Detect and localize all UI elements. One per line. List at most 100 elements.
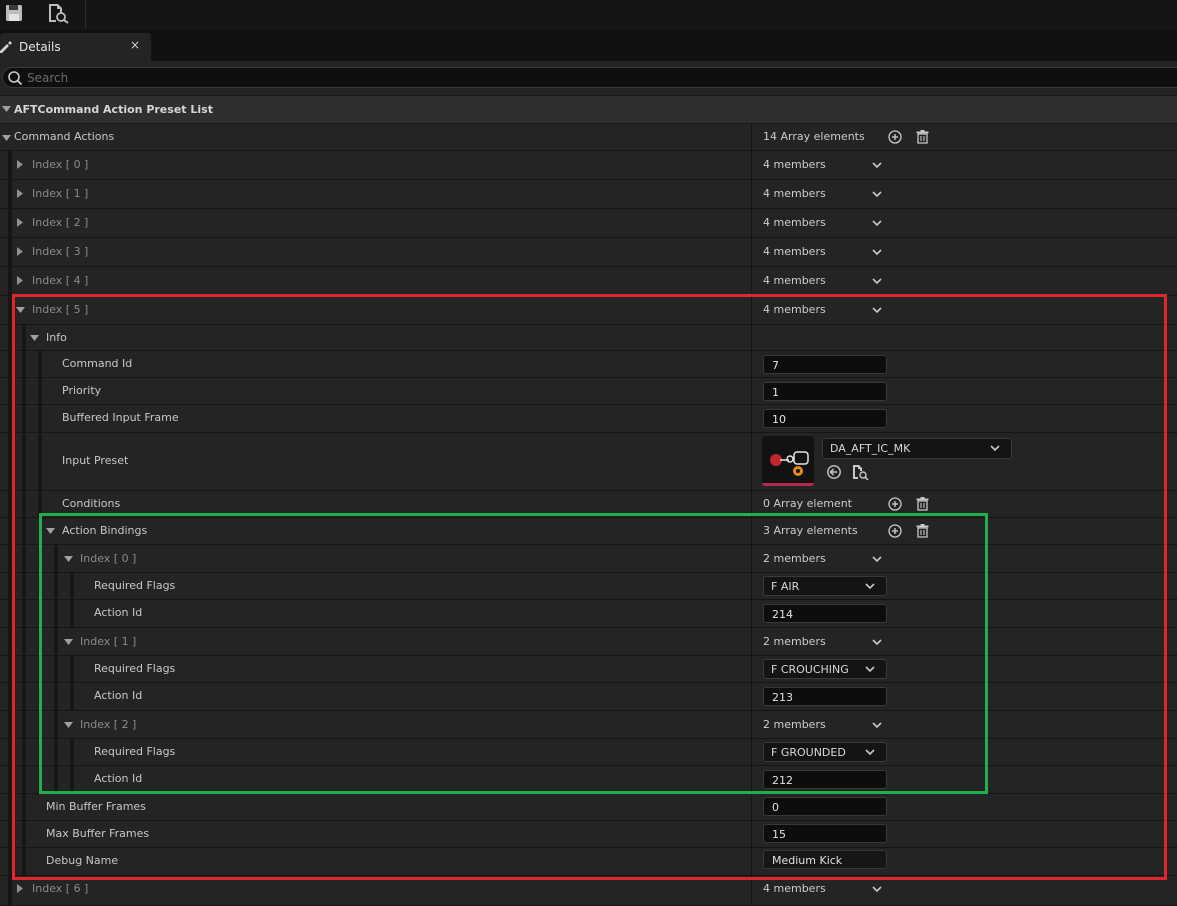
delete-icon bbox=[916, 497, 928, 511]
conditions-label: Conditions bbox=[62, 497, 121, 510]
asset-thumbnail[interactable] bbox=[762, 436, 814, 486]
add-element-button[interactable] bbox=[888, 497, 902, 511]
required-flags-label: Required Flags bbox=[94, 579, 176, 592]
array-element-row[interactable]: Index [ 2 ] 4 members bbox=[0, 209, 1177, 238]
array-element-row-expanded[interactable]: Index [ 5 ] 4 members bbox=[0, 296, 1177, 325]
caret-right-icon bbox=[17, 189, 23, 198]
input-preset-label: Input Preset bbox=[62, 454, 129, 467]
close-tab-button[interactable]: × bbox=[128, 38, 142, 54]
action-id-value: 212 bbox=[772, 774, 793, 787]
members-count: 4 members bbox=[763, 274, 826, 287]
index-label: Index [ 1 ] bbox=[32, 187, 89, 200]
index-label: Index [ 0 ] bbox=[80, 552, 137, 565]
command-actions-count: 14 Array elements bbox=[763, 130, 865, 143]
array-element-row[interactable]: Index [ 3 ] 4 members bbox=[0, 238, 1177, 267]
command-actions-row[interactable]: Command Actions 14 Array elements bbox=[0, 124, 1177, 151]
members-count: 4 members bbox=[763, 216, 826, 229]
action-id-label: Action Id bbox=[94, 689, 143, 702]
clear-array-button[interactable] bbox=[915, 130, 929, 144]
clear-array-button[interactable] bbox=[915, 524, 929, 538]
conditions-count: 0 Array element bbox=[763, 497, 852, 510]
binding-element-row[interactable]: Index [ 0 ] 2 members bbox=[0, 545, 1177, 573]
chevron-down-icon[interactable] bbox=[871, 190, 883, 200]
required-flags-value: F AIR bbox=[771, 580, 800, 593]
required-flags-row: Required Flags F AIR bbox=[0, 573, 1177, 600]
tab-details-label: Details bbox=[19, 40, 61, 54]
browse-asset-button[interactable] bbox=[851, 464, 869, 481]
add-element-icon bbox=[888, 130, 902, 144]
clear-array-button[interactable] bbox=[915, 497, 929, 511]
priority-input[interactable]: 1 bbox=[763, 382, 887, 401]
action-bindings-row[interactable]: Action Bindings 3 Array elements bbox=[0, 518, 1177, 545]
index-label: Index [ 0 ] bbox=[32, 158, 89, 171]
chevron-down-icon[interactable] bbox=[871, 721, 883, 731]
action-id-input[interactable]: 213 bbox=[763, 687, 887, 706]
max-buffer-frames-input[interactable]: 15 bbox=[763, 824, 887, 843]
required-flags-dropdown[interactable]: F GROUNDED bbox=[763, 742, 887, 762]
search-icon bbox=[8, 71, 23, 86]
members-count: 4 members bbox=[763, 187, 826, 200]
command-id-input[interactable]: 7 bbox=[763, 355, 887, 374]
required-flags-dropdown[interactable]: F CROUCHING bbox=[763, 659, 887, 679]
data-asset-icon bbox=[770, 451, 809, 476]
required-flags-row: Required Flags F GROUNDED bbox=[0, 739, 1177, 766]
action-id-value: 214 bbox=[772, 608, 793, 621]
buffered-input-frame-input[interactable]: 10 bbox=[763, 409, 887, 428]
action-id-input[interactable]: 214 bbox=[763, 604, 887, 623]
chevron-down-icon[interactable] bbox=[871, 277, 883, 287]
save-icon bbox=[6, 5, 22, 21]
chevron-down-icon bbox=[865, 583, 875, 590]
save-button[interactable] bbox=[0, 0, 28, 26]
caret-right-icon bbox=[17, 218, 23, 227]
caret-down-icon bbox=[64, 556, 73, 562]
add-element-button[interactable] bbox=[888, 130, 902, 144]
toolbar-separator bbox=[85, 0, 86, 28]
index-label: Index [ 1 ] bbox=[80, 635, 137, 648]
search-input[interactable] bbox=[27, 69, 1127, 86]
required-flags-dropdown[interactable]: F AIR bbox=[763, 576, 887, 596]
debug-name-input[interactable]: Medium Kick bbox=[763, 850, 887, 869]
tab-bar: Details × bbox=[0, 30, 1177, 61]
binding-element-row[interactable]: Index [ 1 ] 2 members bbox=[0, 628, 1177, 656]
array-element-row[interactable]: Index [ 1 ] 4 members bbox=[0, 180, 1177, 209]
binding-element-row[interactable]: Index [ 2 ] 2 members bbox=[0, 711, 1177, 739]
use-selected-asset-icon bbox=[827, 465, 841, 479]
index-label: Index [ 6 ] bbox=[32, 882, 89, 895]
chevron-down-icon[interactable] bbox=[871, 248, 883, 258]
min-buffer-frames-input[interactable]: 0 bbox=[763, 797, 887, 816]
debug-name-value: Medium Kick bbox=[772, 854, 843, 867]
category-header[interactable]: AFTCommand Action Preset List bbox=[0, 96, 1177, 124]
caret-right-icon bbox=[17, 276, 23, 285]
chevron-down-icon[interactable] bbox=[871, 555, 883, 565]
chevron-down-icon[interactable] bbox=[871, 885, 883, 895]
caret-right-icon bbox=[17, 247, 23, 256]
action-id-label: Action Id bbox=[94, 606, 143, 619]
command-id-label: Command Id bbox=[62, 357, 133, 370]
asset-picker-dropdown[interactable]: DA_AFT_IC_MK bbox=[822, 438, 1012, 459]
buffered-input-frame-row: Buffered Input Frame 10 bbox=[0, 405, 1177, 433]
chevron-down-icon[interactable] bbox=[871, 219, 883, 229]
chevron-down-icon[interactable] bbox=[871, 638, 883, 648]
tab-details[interactable]: Details × bbox=[0, 33, 151, 61]
toolbar bbox=[0, 0, 1177, 30]
debug-name-label: Debug Name bbox=[46, 854, 119, 867]
buffered-input-frame-label: Buffered Input Frame bbox=[62, 411, 179, 424]
chevron-down-icon[interactable] bbox=[871, 161, 883, 171]
add-element-button[interactable] bbox=[888, 524, 902, 538]
use-selected-asset-button[interactable] bbox=[826, 464, 842, 480]
info-struct-row[interactable]: Info bbox=[0, 325, 1177, 351]
action-id-input[interactable]: 212 bbox=[763, 770, 887, 789]
action-bindings-label: Action Bindings bbox=[62, 524, 148, 537]
array-element-row[interactable]: Index [ 0 ] 4 members bbox=[0, 151, 1177, 180]
find-in-content-browser-button[interactable] bbox=[44, 0, 72, 26]
chevron-down-icon[interactable] bbox=[871, 306, 883, 316]
min-buffer-frames-row: Min Buffer Frames 0 bbox=[0, 794, 1177, 821]
caret-down-icon bbox=[64, 722, 73, 728]
index-label: Index [ 2 ] bbox=[32, 216, 89, 229]
array-element-row[interactable]: Index [ 6 ] 4 members bbox=[0, 876, 1177, 906]
conditions-row: Conditions 0 Array element bbox=[0, 491, 1177, 518]
array-element-row[interactable]: Index [ 4 ] 4 members bbox=[0, 267, 1177, 296]
min-buffer-frames-label: Min Buffer Frames bbox=[46, 800, 146, 813]
chevron-down-icon bbox=[865, 749, 875, 756]
priority-label: Priority bbox=[62, 384, 102, 397]
